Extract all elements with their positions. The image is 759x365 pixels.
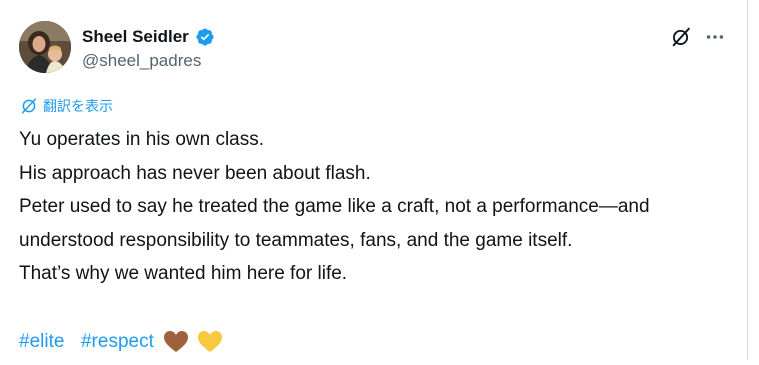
display-name[interactable]: Sheel Seidler: [82, 27, 189, 47]
more-options-button[interactable]: [703, 25, 727, 49]
hashtag-line: #elite #respect: [19, 325, 734, 359]
translate-icon: [21, 98, 37, 114]
user-handle[interactable]: @sheel_padres: [82, 51, 201, 71]
avatar[interactable]: [19, 21, 71, 73]
post-line: His approach has never been about flash.: [19, 162, 371, 184]
more-icon: [706, 35, 724, 39]
grok-icon: [672, 27, 690, 47]
show-translation-label: 翻訳を表示: [43, 99, 113, 115]
hashtag-respect[interactable]: #respect: [81, 331, 154, 352]
post-text: Yu operates in his own class. His approa…: [19, 123, 734, 358]
post-line: Yu operates in his own class.: [19, 129, 265, 150]
post-line: That’s why we wanted him here for life.: [19, 263, 348, 285]
show-translation-link[interactable]: 翻訳を表示: [20, 96, 113, 116]
post-line: Peter used to say he treated the game li…: [19, 196, 650, 218]
avatar-image: [19, 21, 71, 73]
verified-badge-icon[interactable]: [195, 27, 215, 47]
post-line: understood responsibility to teammates, …: [19, 229, 573, 251]
right-border: [747, 0, 748, 360]
yellow-heart-icon: [197, 330, 223, 354]
hashtag-elite[interactable]: #elite: [19, 331, 64, 352]
brown-heart-icon: [163, 330, 189, 354]
author-name-row[interactable]: Sheel Seidler: [82, 25, 215, 49]
grok-button[interactable]: [669, 25, 693, 49]
